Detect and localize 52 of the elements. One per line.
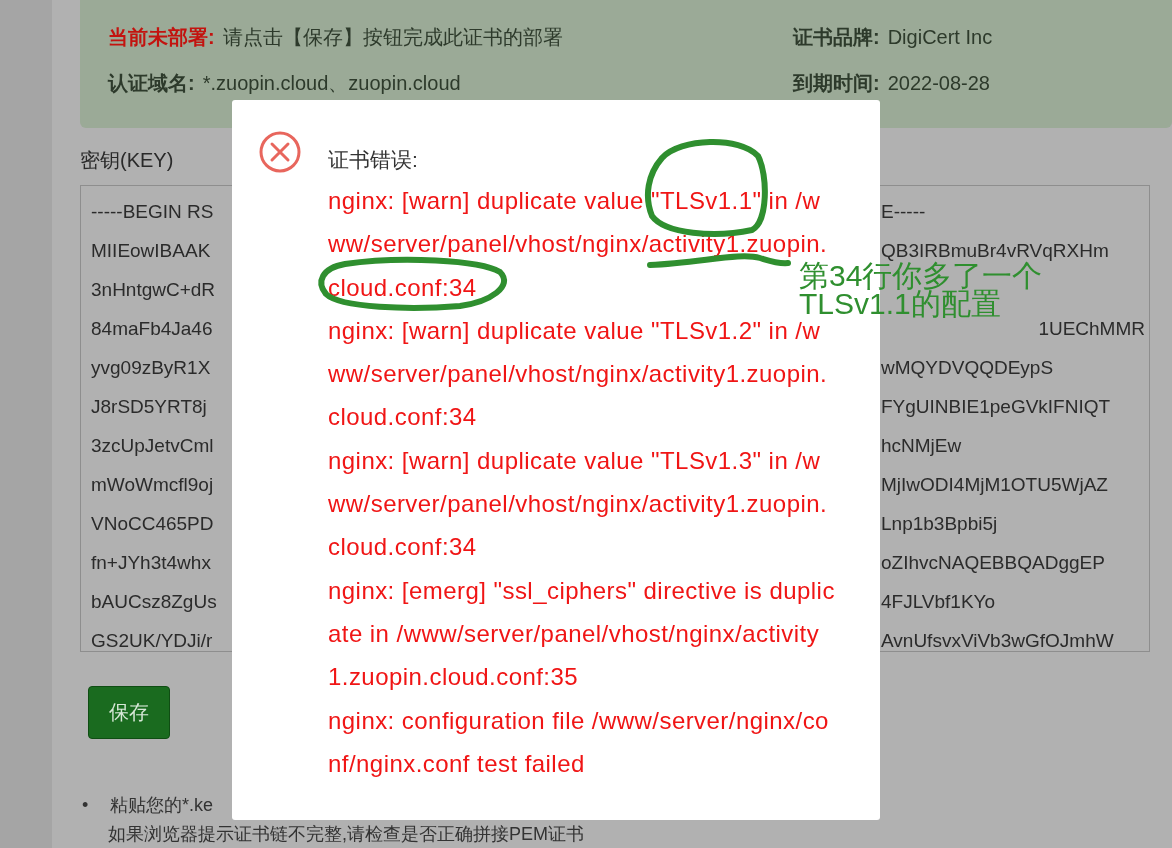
error-message-line: cloud.conf:34 xyxy=(328,275,477,300)
annotation-text: TLSv1.1的配置 xyxy=(799,290,1001,318)
key-text-line: hcNMjEw xyxy=(881,434,962,457)
key-text-line: FYgUINBIE1peGVkIFNIQT xyxy=(881,395,1111,418)
key-text-line: AvnUfsvxViVb3wGfOJmhW xyxy=(881,629,1114,651)
bullet: • xyxy=(81,794,90,817)
error-message-line: nginx: [emerg] "ssl_ciphers" directive is duplic xyxy=(328,578,835,603)
error-message-line: ate in /www/server/panel/vhost/nginx/activity xyxy=(328,621,820,646)
key-text-line: MIIEowIBAAK xyxy=(90,239,211,262)
brand-value: DigiCert Inc xyxy=(887,25,993,49)
error-message-line: ww/server/panel/vhost/nginx/activity1.zuopin. xyxy=(328,232,828,257)
annotation-text: 第34行你多了一个 xyxy=(799,262,1043,290)
error-message-line: nginx: [warn] duplicate value "TLSv1.1" in /w xyxy=(328,189,821,213)
key-text-line: mWoWmcfl9oj xyxy=(90,473,214,496)
error-message-line: ww/server/panel/vhost/nginx/activity1.zuopin. xyxy=(328,492,828,517)
expiry-label: 到期时间: xyxy=(793,70,880,96)
domain-label: 认证域名: xyxy=(108,70,195,96)
tip-text: 如果浏览器提示证书链不完整,请检查是否正确拼接PEM证书 xyxy=(108,823,584,846)
key-text-line: wMQYDVQQDEypS xyxy=(881,356,1054,379)
brand-label: 证书品牌: xyxy=(793,24,880,50)
error-message-line: nginx: [warn] duplicate value "TLSv1.3" in /w xyxy=(328,448,821,473)
key-text-line: 4FJLVbf1KYo xyxy=(881,590,996,613)
error-message-line: cloud.conf:34 xyxy=(328,535,477,560)
key-label: 密钥(KEY) xyxy=(80,148,174,172)
key-text-line: MjIwODI4MjM1OTU5WjAZ xyxy=(881,473,1108,496)
key-text-line: GS2UK/YDJi/r xyxy=(90,629,213,651)
expiry-value: 2022-08-28 xyxy=(887,71,990,95)
error-message-line: ww/server/panel/vhost/nginx/activity1.zuopin. xyxy=(328,362,828,387)
dialog-title: 证书错误: xyxy=(328,147,418,173)
error-message-line: nginx: [warn] duplicate value "TLSv1.2" in /w xyxy=(328,318,821,343)
key-text-line: E----- xyxy=(881,200,926,223)
key-text-line: QB3IRBmuBr4vRVqRXHm xyxy=(881,239,1109,261)
key-text-line: 3nHntgwC+dR xyxy=(90,278,216,301)
status-text: 请点击【保存】按钮完成此证书的部署 xyxy=(222,24,563,50)
key-text-line: fn+JYh3t4whx xyxy=(90,551,211,574)
key-text-line: yvg09zByR1X xyxy=(90,356,211,379)
key-text-line: 84maFb4Ja46 xyxy=(90,317,213,340)
key-text-line: Lnp1b3Bpbi5j xyxy=(881,512,998,535)
tip-text: 粘贴您的*.ke xyxy=(110,794,214,817)
domain-value: *.zuopin.cloud、zuopin.cloud xyxy=(202,70,461,96)
error-message-line: nginx: configuration file /www/server/nginx/co xyxy=(328,708,829,733)
key-text-line: oZIhvcNAQEBBQADggEP xyxy=(881,551,1105,574)
status-label: 当前未部署: xyxy=(108,24,215,50)
key-text-line: bAUCsz8ZgUs xyxy=(90,590,217,613)
error-message-line: cloud.conf:34 xyxy=(328,405,477,430)
key-text-line: 3zcUpJetvCml xyxy=(90,434,214,457)
key-text-line: J8rSD5YRT8j xyxy=(90,395,207,418)
error-message-line: nf/nginx.conf test failed xyxy=(328,751,585,776)
error-message-line: 1.zuopin.cloud.conf:35 xyxy=(328,665,579,690)
key-text-line: -----BEGIN RS xyxy=(90,200,214,223)
key-text-line: 1UEChMMR xyxy=(1038,317,1145,340)
key-text-line: VNoCC465PD xyxy=(90,512,214,535)
